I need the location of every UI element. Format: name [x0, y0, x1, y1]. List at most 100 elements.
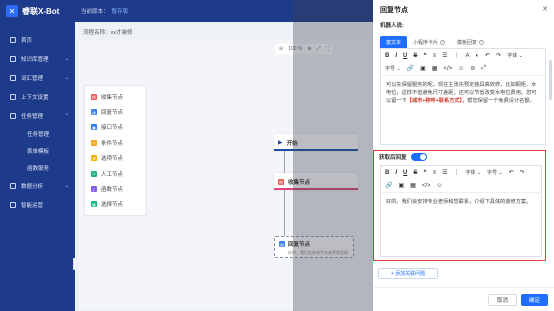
collect-node-icon: ▤	[278, 178, 284, 185]
sidebar-item-operations[interactable]: 智能运营	[0, 195, 75, 214]
connector-line	[284, 190, 285, 236]
palette-item-select[interactable]: ▦ 选择节点	[85, 197, 146, 212]
sidebar-subitem-label: 任务管理	[27, 131, 50, 138]
add-related-question-label: + 添加关联问题	[390, 271, 426, 277]
after-fetch-reply-row: 获取后回复	[379, 153, 427, 161]
palette-item-label: 回复节点	[101, 110, 124, 117]
sidebar: ✕ 睿联X-Bot 首页 知识库管理 ⌄ 词汇管理 ⌄ 上下文设置 任务管理 ⌃…	[0, 0, 75, 311]
palette-item-reply[interactable]: ▤ 回复节点	[85, 104, 146, 119]
sidebar-subitem-task-management[interactable]: 任务管理	[0, 125, 75, 142]
sidebar-item-label: 数据分析	[21, 183, 44, 190]
tab-rich-text[interactable]: 富文本	[380, 36, 408, 48]
sidebar-subitem-label: 函数服务	[27, 165, 50, 172]
font-size-select[interactable]: 字号 ⌄	[385, 65, 401, 72]
connector-line	[284, 151, 285, 173]
reply-node-icon: ▤	[279, 241, 285, 247]
after-fetch-reply-toggle[interactable]	[410, 153, 427, 161]
italic-icon[interactable]: I	[395, 53, 397, 59]
tab-template-reply[interactable]: 模板回复 ?	[451, 36, 490, 48]
book-icon	[10, 55, 16, 62]
editor-content[interactable]: 可以先保留服务的呢，现在主张先预定装具高效修，比如橱柜、水电位，这样不但避免尺寸…	[381, 76, 545, 110]
emoji-icon[interactable]: ☺	[458, 66, 464, 72]
sidebar-item-label: 知识库管理	[21, 56, 49, 63]
logo-icon: ✕	[6, 5, 18, 17]
sidebar-item-analytics[interactable]: 数据分析 ⌄	[0, 176, 75, 195]
sidebar-item-label: 首页	[21, 37, 33, 44]
align-icon[interactable]: ≡	[433, 53, 437, 59]
tab-mini-program-card[interactable]: 小程序卡片 ?	[407, 36, 451, 48]
sidebar-item-label: 词汇管理	[21, 75, 44, 82]
list-ordered-icon[interactable]: ⋮	[454, 52, 460, 59]
chevron-down-icon: ⌄	[64, 74, 69, 81]
editor-toolbar: B I U S ❝ ≡ ☰ ⋮ A ◐ ↶ ↷ 字体 ⌄ 字号 ⌄ 🔗 ▣ ▦ …	[381, 49, 545, 76]
list-icon	[10, 74, 16, 81]
chevron-up-icon: ⌃	[64, 112, 69, 119]
sidebar-item-knowledge[interactable]: 知识库管理 ⌄	[0, 49, 75, 68]
palette-item-label: 人工节点	[101, 171, 124, 178]
quote-icon[interactable]: ❝	[423, 52, 426, 59]
rich-text-editor-main[interactable]: B I U S ❝ ≡ ☰ ⋮ A ◐ ↶ ↷ 字体 ⌄ 字号 ⌄ 🔗 ▣ ▦ …	[380, 48, 546, 145]
tab-label: 模板回复	[457, 39, 478, 46]
clear-format-icon[interactable]: ⊘	[470, 65, 475, 72]
palette-item-collect[interactable]: ▤ 收集节点	[85, 89, 146, 104]
sidebar-item-home[interactable]: 首页	[0, 30, 75, 49]
play-icon: ▶	[278, 140, 283, 146]
palette-item-label: 选择节点	[101, 202, 124, 209]
text-color-icon[interactable]: A	[466, 53, 470, 59]
condition-node-icon: ◇	[91, 139, 97, 146]
context-icon	[10, 93, 16, 100]
editor-text-segment: ，帮您保留一个免费设计名额。	[462, 98, 535, 104]
sidebar-subitem-label: 表单模板	[27, 148, 50, 155]
fullscreen-icon[interactable]: ⤢	[481, 65, 486, 72]
task-icon	[10, 112, 16, 119]
palette-item-label: 函数节点	[101, 187, 124, 194]
flow-name: 流程名称：xx才装修	[83, 30, 133, 36]
version-value[interactable]: 暂存版	[112, 7, 129, 15]
chevron-down-icon: ⌄	[64, 55, 69, 62]
link-icon[interactable]: 🔗	[407, 65, 414, 72]
sidebar-nav: 首页 知识库管理 ⌄ 词汇管理 ⌄ 上下文设置 任务管理 ⌃ 任务管理 表单模板…	[0, 30, 75, 214]
sidebar-item-vocabulary[interactable]: 词汇管理 ⌄	[0, 68, 75, 87]
panel-scrollbar[interactable]	[549, 60, 552, 100]
shield-icon	[10, 201, 16, 208]
modal-overlay[interactable]	[293, 0, 373, 311]
cancel-button[interactable]: 取消	[488, 294, 518, 306]
add-related-question-button[interactable]: + 添加关联问题	[378, 268, 438, 279]
app-logo: ✕ 睿联X-Bot	[0, 0, 75, 22]
code-icon[interactable]: </>	[443, 66, 452, 72]
sidebar-item-context[interactable]: 上下文设置	[0, 87, 75, 106]
sidebar-item-tasks[interactable]: 任务管理 ⌃	[0, 106, 75, 125]
palette-item-label: 收集节点	[101, 94, 124, 101]
palette-item-option[interactable]: ☰ 选项节点	[85, 151, 146, 166]
option-node-icon: ☰	[91, 155, 97, 162]
palette-item-human[interactable]: ☺ 人工节点	[85, 166, 146, 181]
palette-item-label: 接口节点	[101, 125, 124, 132]
undo-icon[interactable]: ↶	[485, 52, 490, 59]
version-info: 当前版本： 暂存版	[81, 7, 128, 15]
close-icon[interactable]: ✕	[542, 5, 548, 13]
highlight-icon[interactable]: ◐	[476, 53, 480, 59]
zoom-out-icon[interactable]: ⊖	[279, 46, 283, 52]
redo-icon[interactable]: ↷	[496, 52, 501, 59]
collect-node-icon: ▤	[91, 93, 97, 100]
app-title: 睿联X-Bot	[22, 6, 60, 16]
palette-item-condition[interactable]: ◇ 条件节点	[85, 135, 146, 150]
underline-icon[interactable]: U	[403, 53, 407, 59]
tab-label: 富文本	[386, 39, 402, 46]
confirm-button[interactable]: 确定	[521, 294, 549, 306]
table-icon[interactable]: ▦	[432, 65, 438, 72]
sidebar-subitem-function-service[interactable]: 函数服务	[0, 159, 75, 176]
list-bullet-icon[interactable]: ☰	[442, 52, 447, 59]
editor-text-highlight: 【城市+称呼+联系方式】	[406, 98, 463, 104]
palette-item-function[interactable]: ƒ 函数节点	[85, 181, 146, 196]
human-node-icon: ☺	[91, 170, 97, 177]
bold-icon[interactable]: B	[385, 53, 389, 59]
palette-item-api[interactable]: ▣ 接口节点	[85, 120, 146, 135]
chevron-down-icon: ⌄	[64, 182, 69, 189]
font-family-select[interactable]: 字体 ⌄	[507, 52, 523, 59]
image-icon[interactable]: ▣	[420, 65, 426, 72]
sidebar-subitem-form-template[interactable]: 表单模板	[0, 142, 75, 159]
home-icon	[10, 36, 16, 43]
strikethrough-icon[interactable]: S	[413, 53, 417, 59]
robot-says-label: 机器人说:	[380, 23, 404, 29]
